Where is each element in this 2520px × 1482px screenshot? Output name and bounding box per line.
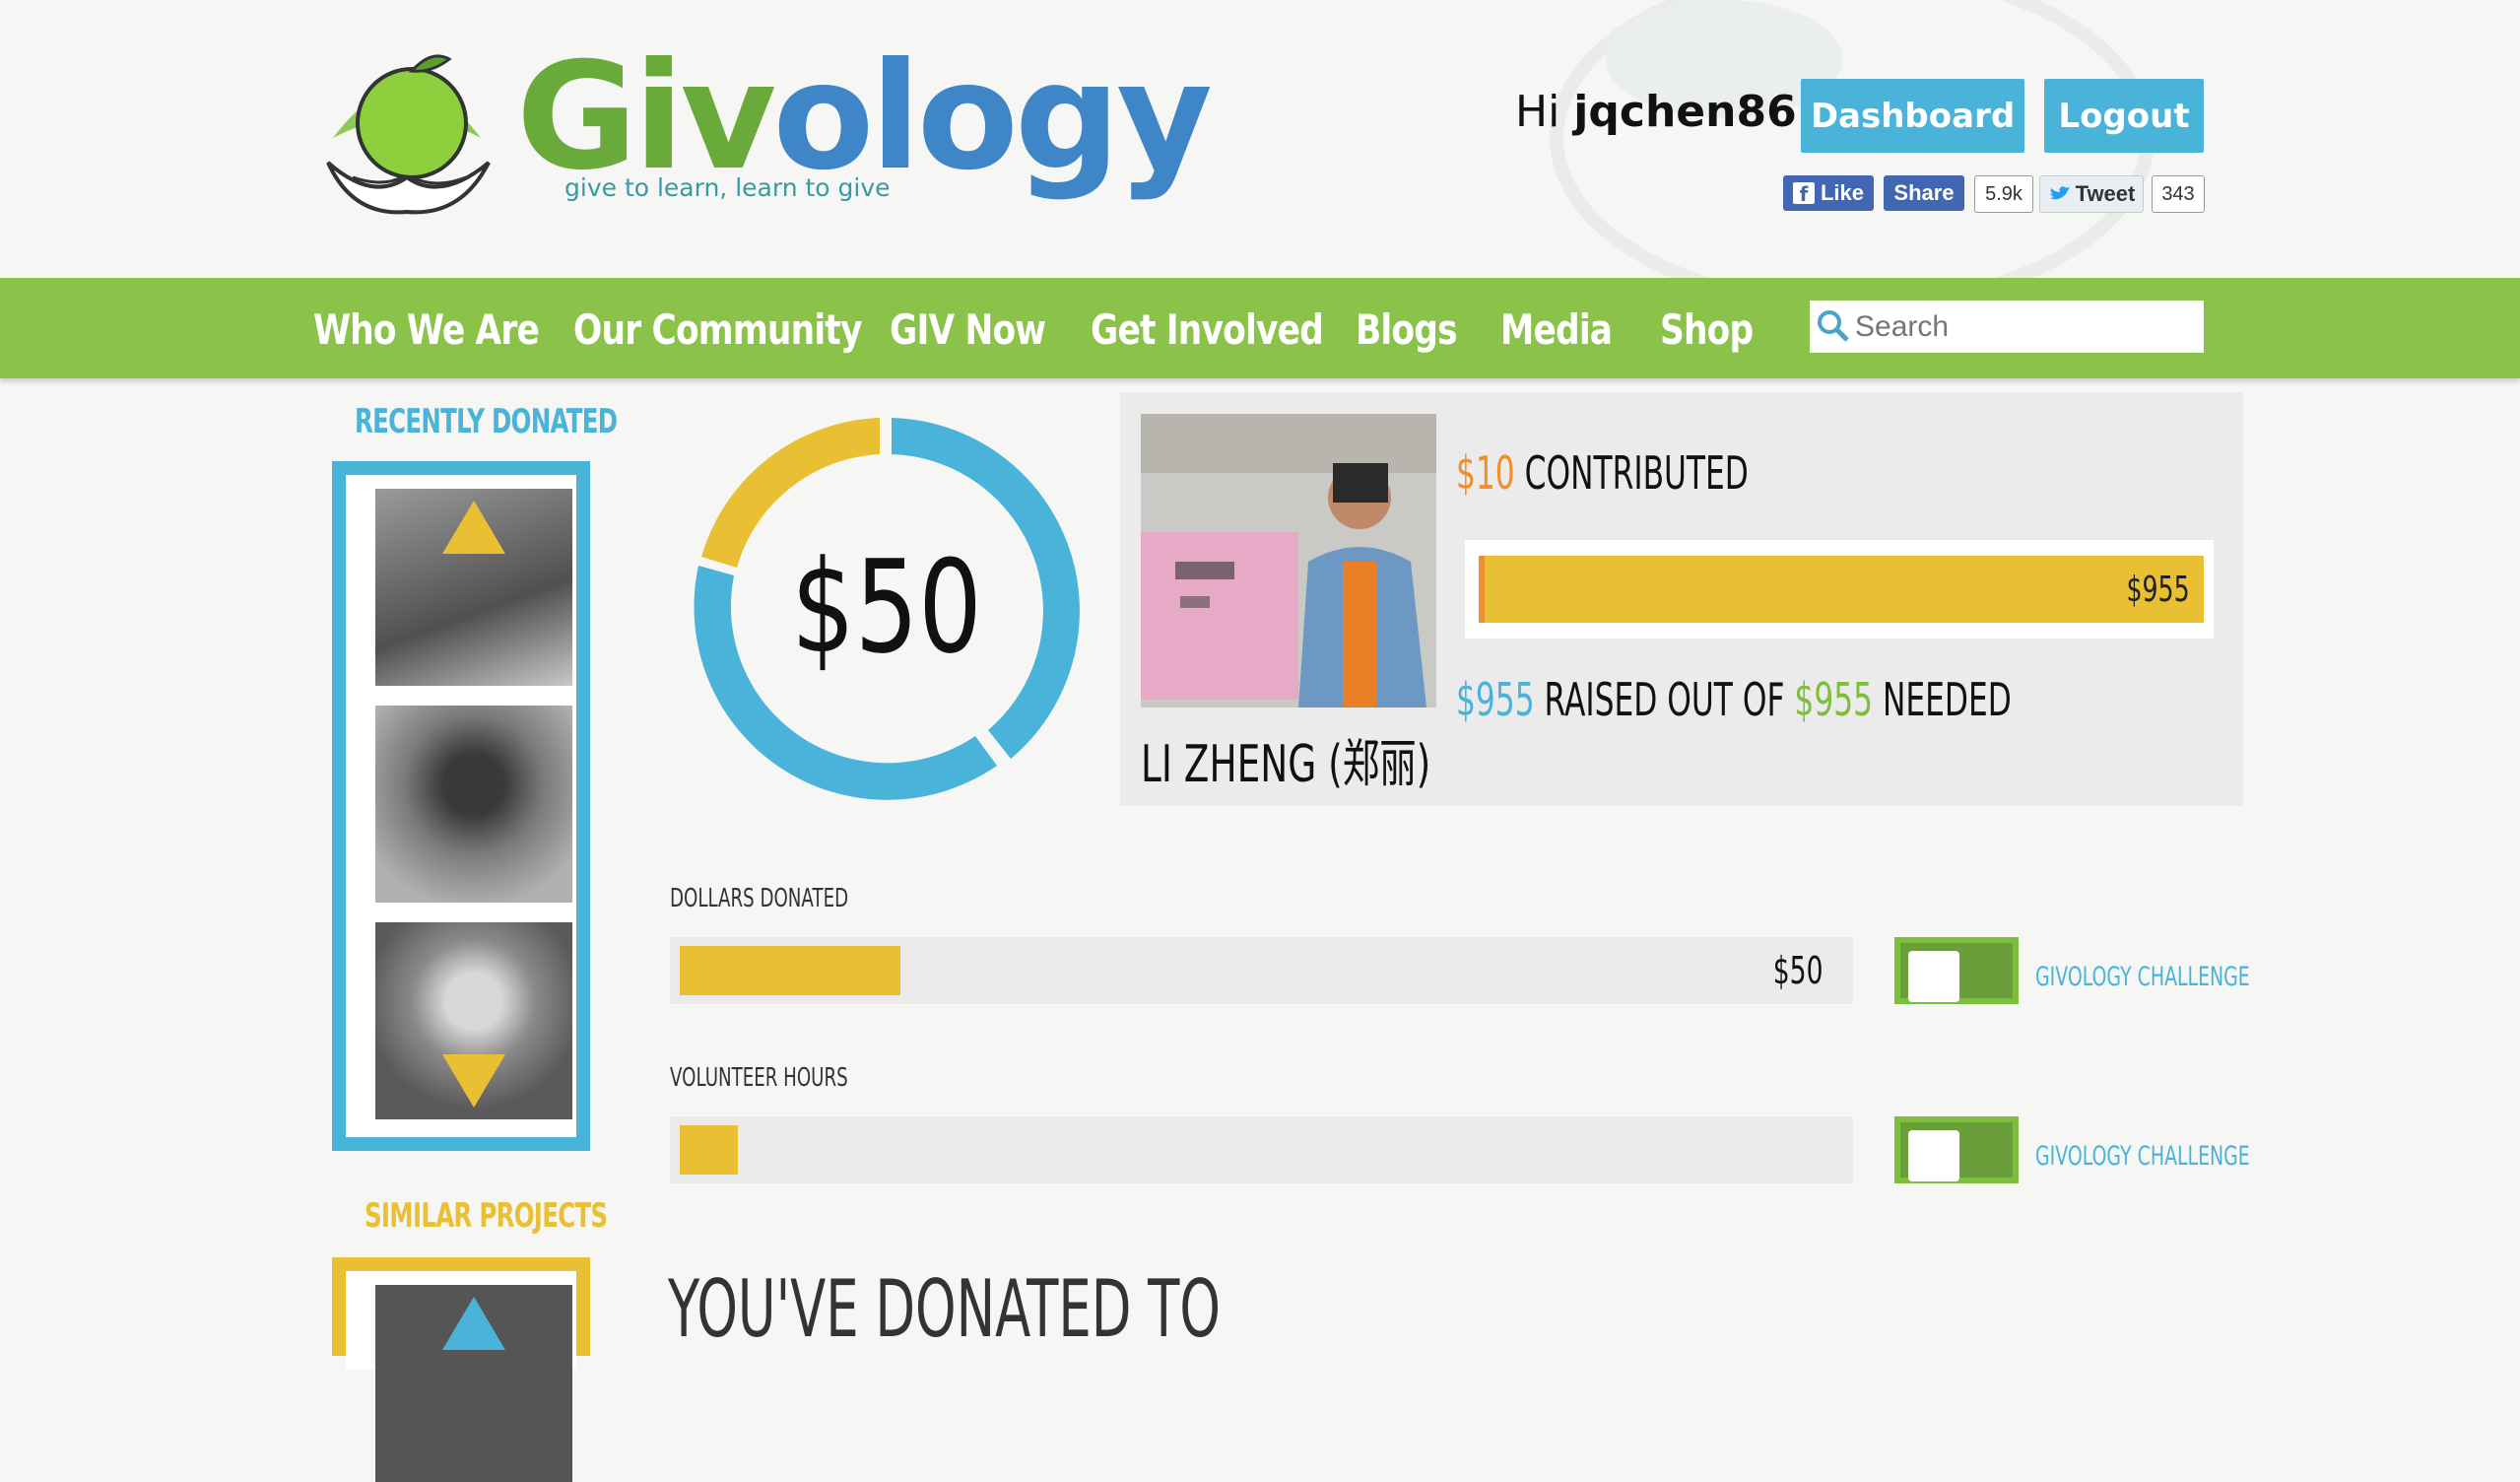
tweet-button[interactable]: Tweet [2039,175,2144,213]
nav-who-we-are[interactable]: Who We Are [313,305,540,354]
carousel-down-arrow-icon[interactable] [442,1054,505,1108]
search-input[interactable] [1853,306,2192,348]
facebook-share-button[interactable]: Share [1884,175,1964,211]
twitter-bird-icon [2049,186,2070,200]
main-navigation: Who We Are Our Community GIV Now Get Inv… [0,278,2520,378]
volunteer-hours-fill [680,1125,738,1175]
dollars-donated-title: DOLLARS DONATED [670,884,849,913]
volunteer-hours-bar [670,1116,1853,1183]
project-photo[interactable] [1141,414,1436,707]
search-icon[interactable] [1816,308,1851,344]
raised-summary: $955 RAISED OUT OF $955 NEEDED [1456,673,2012,726]
nav-shop[interactable]: Shop [1660,305,1754,354]
project-card: LI ZHENG (郑丽) $10 CONTRIBUTED $955 $955 … [1120,392,2243,806]
recently-donated-title: RECENTLY DONATED [355,402,618,441]
facebook-icon: f [1792,182,1815,206]
nav-blogs[interactable]: Blogs [1356,305,1458,354]
similar-projects-title: SIMILAR PROJECTS [365,1196,608,1236]
dashboard-button[interactable]: Dashboard [1801,79,2024,153]
nav-media[interactable]: Media [1500,305,1613,354]
youve-donated-to-heading: YOU'VE DONATED TO [668,1263,1221,1355]
dollars-donated-fill [680,946,900,995]
recent-donation-thumb[interactable] [375,706,572,903]
similar-projects-carousel [332,1257,590,1482]
project-student-name[interactable]: LI ZHENG (郑丽) [1141,722,1430,796]
logo-wordmark: Givology [516,32,1213,203]
logout-button[interactable]: Logout [2044,79,2204,153]
nav-get-involved[interactable]: Get Involved [1091,305,1324,354]
recent-donation-thumb[interactable] [375,922,572,1119]
contributed-line: $10 CONTRIBUTED [1456,446,1749,500]
carousel-up-arrow-icon[interactable] [442,1297,505,1350]
recently-donated-carousel [332,461,590,1151]
dollars-donated-value: $50 [1773,949,1824,992]
share-count: 5.9k [1974,175,2033,213]
givology-logo[interactable]: Givology give to learn, learn to give [313,24,1213,221]
givology-challenge-toggle[interactable] [1894,937,2019,1004]
toggle-knob[interactable] [1908,951,1959,1002]
nav-giv-now[interactable]: GIV Now [890,305,1046,354]
facebook-like-button[interactable]: f Like [1783,175,1874,211]
toggle-knob[interactable] [1908,1130,1959,1181]
givology-challenge-toggle[interactable] [1894,1116,2019,1183]
volunteer-hours-title: VOLUNTEER HOURS [670,1063,848,1093]
nav-our-community[interactable]: Our Community [573,305,862,354]
donut-amount-label: $50 [791,532,982,682]
givology-challenge-label[interactable]: GIVOLOGY CHALLENGE [2035,962,2250,992]
logo-apple-hands-icon [326,54,491,215]
logo-tagline: give to learn, learn to give [564,173,891,202]
tweet-count: 343 [2152,175,2205,213]
funding-progress-bar: $955 [1465,540,2214,639]
funding-progress-label: $955 [2126,570,2190,610]
user-greeting: Hi jqchen86! [1515,87,1817,137]
similar-project-thumb[interactable] [375,1285,572,1482]
search-box[interactable] [1810,301,2204,353]
recent-donation-thumb[interactable] [375,489,572,686]
donation-donut-chart: $50 [690,414,1084,808]
givology-challenge-label[interactable]: GIVOLOGY CHALLENGE [2035,1141,2250,1172]
carousel-up-arrow-icon[interactable] [442,501,505,554]
student-photo-image [1141,414,1436,707]
funding-progress-fill: $955 [1479,556,2204,623]
dollars-donated-bar: $50 [670,937,1853,1004]
